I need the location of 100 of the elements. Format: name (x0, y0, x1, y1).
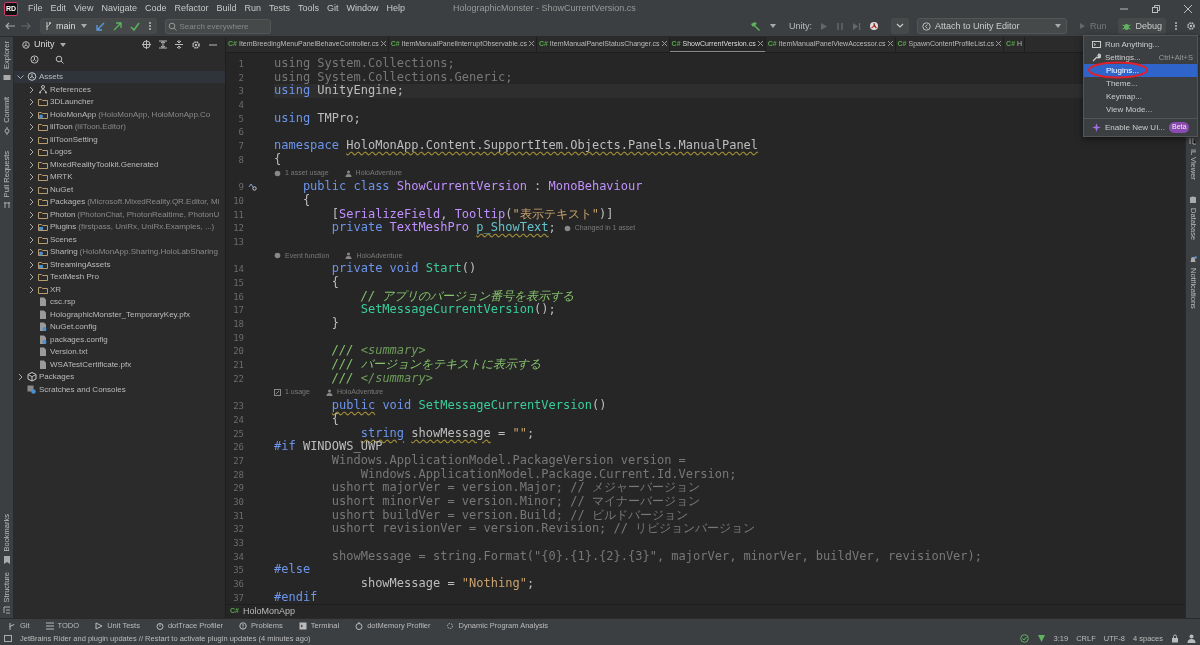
bookmark-icon[interactable] (2, 555, 11, 564)
debug-button[interactable]: Debug (1118, 18, 1166, 35)
collapsed-caret-icon[interactable] (27, 85, 36, 94)
collapsed-caret-icon[interactable] (27, 148, 36, 157)
collapsed-caret-icon[interactable] (27, 285, 36, 294)
tree-item-label[interactable]: Version.txt (50, 346, 88, 359)
collapse-all-icon[interactable] (175, 40, 183, 50)
collapsed-caret-icon[interactable] (27, 223, 36, 232)
menu-item[interactable]: Git (323, 0, 343, 17)
menu-item[interactable]: File (24, 0, 47, 17)
hammer-icon[interactable] (749, 21, 761, 32)
close-icon[interactable] (757, 41, 763, 47)
more-icon[interactable] (1174, 21, 1178, 32)
solution-view-dropdown[interactable]: Unity (22, 38, 67, 52)
close-icon[interactable] (1184, 4, 1192, 13)
folder-icon[interactable] (2, 72, 11, 81)
status-icon[interactable] (4, 635, 12, 643)
menu-item[interactable]: Refactor (170, 0, 213, 17)
tree-item-label[interactable]: Scenes (50, 233, 77, 246)
menu-item[interactable]: Run (240, 0, 265, 17)
update-icon[interactable] (95, 22, 105, 31)
menu-item[interactable]: Window (342, 0, 383, 17)
menu-item[interactable]: Help (382, 0, 410, 17)
tree-item-label[interactable]: NuGet (50, 183, 74, 196)
close-icon[interactable] (996, 41, 1002, 47)
tree-item-label[interactable]: MixedRealityToolkit.Generated (50, 158, 159, 171)
tree-item-label[interactable]: HolographicMonster_TemporaryKey.pfx (50, 308, 190, 321)
tree-item-label[interactable]: 3DLauncher (50, 96, 94, 109)
run-config-dropdown[interactable]: Attach to Unity Editor (916, 18, 1067, 35)
collapsed-caret-icon[interactable] (27, 110, 36, 119)
close-icon[interactable] (661, 41, 667, 47)
tree-item-label[interactable]: lilToonSetting (50, 133, 98, 146)
menu-item[interactable]: Code (140, 0, 171, 17)
close-icon[interactable] (887, 41, 893, 47)
more-icon[interactable] (147, 21, 152, 32)
pull-request-icon[interactable] (2, 201, 11, 210)
collapsed-caret-icon[interactable] (27, 198, 36, 207)
tree-item-label[interactable]: Logos (50, 146, 72, 159)
collapsed-caret-icon[interactable] (27, 273, 36, 282)
collapsed-caret-icon[interactable] (16, 373, 25, 382)
menu-item[interactable]: Edit (46, 0, 71, 17)
search-field[interactable]: Search everywhere (164, 19, 271, 34)
check-circle-icon[interactable] (1019, 634, 1029, 644)
settings-icon[interactable] (1186, 21, 1196, 32)
expand-all-icon[interactable] (159, 40, 167, 50)
search-icon[interactable] (55, 55, 64, 65)
lock-icon[interactable] (1171, 634, 1179, 644)
collapsed-caret-icon[interactable] (27, 248, 36, 257)
tree-item-label[interactable]: packages.config (50, 333, 108, 346)
tree-item-label[interactable]: Scratches and Consoles (39, 383, 126, 396)
locate-icon[interactable] (142, 40, 151, 50)
menu-item[interactable]: Run Anything... (1084, 38, 1197, 51)
tree-item-label[interactable]: StreamingAssets (50, 258, 111, 271)
inheritor-icon[interactable] (248, 183, 257, 192)
tree-item-label[interactable]: Packages (39, 371, 75, 384)
collapsed-caret-icon[interactable] (27, 135, 36, 144)
expanded-caret-icon[interactable] (16, 73, 25, 82)
hide-icon[interactable] (209, 41, 217, 49)
menu-item[interactable]: View Mode... (1084, 103, 1197, 116)
menu-item[interactable]: Build (212, 0, 241, 17)
expand-button[interactable] (890, 18, 909, 35)
tree-item-label[interactable]: References (50, 83, 91, 96)
tree-item-label[interactable]: Photon (50, 208, 76, 221)
collapsed-caret-icon[interactable] (27, 123, 36, 132)
menu-item[interactable]: Plugins... (1084, 64, 1197, 77)
tree-item-label[interactable]: csc.rsp (50, 296, 76, 309)
close-icon[interactable] (528, 41, 534, 47)
commit-check-icon[interactable] (129, 22, 140, 31)
tree-item-label[interactable]: Assets (39, 71, 63, 84)
collapsed-caret-icon[interactable] (27, 185, 36, 194)
collapsed-caret-icon[interactable] (27, 260, 36, 269)
settings-icon[interactable] (191, 40, 201, 50)
tree-item-label[interactable]: lilToon (50, 121, 73, 134)
collapsed-caret-icon[interactable] (27, 160, 36, 169)
tree-item-label[interactable]: WSATestCertificate.pfx (50, 358, 132, 371)
collapsed-caret-icon[interactable] (27, 173, 36, 182)
collapsed-caret-icon[interactable] (27, 210, 36, 219)
restore-icon[interactable] (1152, 4, 1160, 13)
collapsed-caret-icon[interactable] (27, 98, 36, 107)
back-icon[interactable] (4, 21, 16, 32)
collapsed-caret-icon[interactable] (27, 235, 36, 244)
breadcrumb-item[interactable]: HoloMonApp (242, 604, 295, 619)
tree-item-label[interactable]: Packages (50, 196, 86, 209)
tree-item-label[interactable]: TextMesh Pro (50, 271, 99, 284)
commit-icon[interactable] (2, 126, 11, 135)
push-icon[interactable] (112, 22, 122, 31)
menu-item[interactable]: Tests (265, 0, 294, 17)
menu-item[interactable]: Navigate (97, 0, 141, 17)
tree-item-label[interactable]: Sharing (50, 246, 78, 259)
tree-item-label[interactable]: Plugins (50, 221, 77, 234)
tree-item-label[interactable]: MRTK (50, 171, 73, 184)
tree-item-label[interactable]: NuGet.config (50, 321, 97, 334)
menu-item[interactable]: View (70, 0, 98, 17)
tree-item-label[interactable]: HoloMonApp (50, 108, 97, 121)
menu-item[interactable]: Tools (294, 0, 323, 17)
database-icon[interactable] (1189, 195, 1197, 204)
person-icon[interactable] (1187, 634, 1196, 644)
tree-item-label[interactable]: XR (50, 283, 62, 296)
bell-icon[interactable] (1189, 255, 1197, 264)
close-icon[interactable] (380, 41, 386, 47)
